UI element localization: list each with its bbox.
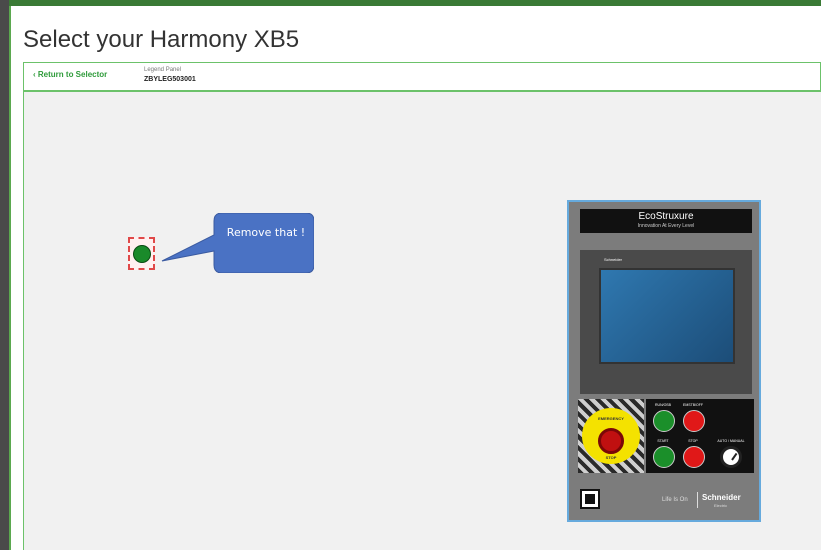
qr-code-icon [580,489,600,509]
control-label-4: STOP [688,439,698,443]
callout-bubble [161,213,314,273]
return-to-selector-link[interactable]: ‹ Return to Selector [33,70,107,79]
estop-bottom-text: STOP [605,455,617,460]
run-button[interactable] [653,410,675,432]
estop-top-text: EMERGENCY [598,416,624,421]
controls-zone: RUN/OSB EMSTB/OFF START STOP AUTO / MANU… [646,399,754,473]
stop-button[interactable] [683,446,705,468]
green-pushbutton-icon [133,245,151,263]
eco-subtitle: Innovation At Every Level [637,223,695,229]
control-label-5: AUTO / MANUAL [717,439,745,443]
selector-switch[interactable] [720,446,742,468]
legend-label: Legend Panel [144,67,182,73]
hmi-brand: Schneider [604,257,623,262]
hmi-frame: Schneider [580,250,752,394]
return-label: Return to Selector [37,70,108,79]
left-border [0,0,9,550]
chevron-left-icon: ‹ [33,70,36,79]
page-title: Select your Harmony XB5 [23,26,300,53]
hmi-screen [599,268,735,364]
emergency-stop-button[interactable] [598,428,624,454]
off-button[interactable] [683,410,705,432]
eco-title: EcoStruxure [638,211,694,222]
life-is-on-text: Life Is On [662,497,688,503]
legend-panel-preview[interactable]: EcoStruxure Innovation At Every Level Sc… [567,200,761,522]
control-label-2: EMSTB/OFF [682,403,704,407]
emergency-stop-zone: EMERGENCY STOP [578,399,644,473]
qr-code-inner [585,494,595,504]
control-label-1: RUN/OSB [655,403,671,407]
callout-text: Remove that ! [226,226,306,239]
footer-divider [697,492,698,508]
emergency-stop-ring: EMERGENCY STOP [582,408,640,464]
knob-indicator-icon [731,452,738,461]
schneider-logo-sub: Electric [714,503,728,508]
legend-code: ZBYLEG503001 [144,76,196,83]
start-button[interactable] [653,446,675,468]
ecostruxure-banner: EcoStruxure Innovation At Every Level [580,209,752,233]
selected-green-pushbutton[interactable] [128,237,155,270]
left-accent-border [9,6,11,550]
selector-header: ‹ Return to Selector Legend Panel ZBYLEG… [23,62,821,92]
schneider-logo: Schneider [702,493,741,502]
top-border [0,0,821,6]
control-label-3: START [657,439,669,443]
